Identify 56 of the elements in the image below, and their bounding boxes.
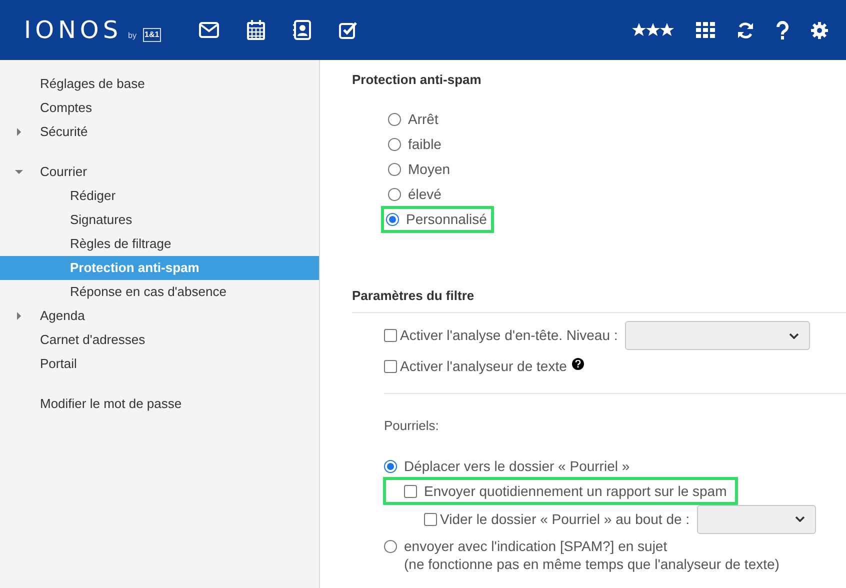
checkbox[interactable]	[424, 512, 437, 526]
chevron-down-icon[interactable]	[788, 332, 799, 338]
radio-button[interactable]	[384, 540, 397, 552]
option-label: envoyer avec l'indication [SPAM?] en sujet	[404, 536, 668, 556]
logo-brand: 1&1	[142, 28, 162, 42]
chevron-down-icon[interactable]	[794, 516, 805, 522]
checkbox[interactable]	[384, 329, 397, 342]
radio-button[interactable]	[388, 138, 401, 151]
radio-button[interactable]	[386, 213, 399, 226]
sidebar-item[interactable]: Règles de filtrage	[0, 232, 319, 256]
option-label: Envoyer quotidiennement un rapport sur le spam	[424, 482, 727, 501]
help-icon[interactable]	[776, 20, 789, 40]
task-icon[interactable]	[339, 21, 360, 39]
note-text: (ne fonctionne pas en même temps que l'analyseur de texte)	[403, 555, 780, 574]
sidebar-item[interactable]: Sécurité	[0, 120, 319, 144]
option-label: Déplacer vers le dossier « Pourriel »	[404, 456, 630, 476]
grid-icon[interactable]	[696, 22, 715, 38]
sidebar-item[interactable]: Signatures	[0, 208, 319, 232]
section-title: Protection anti-spam	[352, 71, 482, 86]
option-label: Activer l'analyse d'en-tête. Niveau :	[400, 326, 618, 345]
section-title: Paramètres du filtre	[352, 288, 474, 303]
logo-text: IONOS	[24, 18, 122, 42]
refresh-icon[interactable]	[737, 22, 754, 38]
contacts-icon[interactable]	[293, 20, 312, 40]
caret-down-icon[interactable]	[15, 168, 23, 176]
caret-right-icon[interactable]	[15, 312, 23, 320]
sidebar-item[interactable]: Agenda	[0, 304, 319, 328]
radio-button[interactable]	[384, 460, 397, 472]
stars-icon[interactable]	[632, 23, 674, 37]
group-label: Pourriels:	[384, 418, 439, 433]
sidebar-item[interactable]: Rédiger	[0, 184, 319, 208]
option-label: Vider le dossier « Pourriel » au bout de :	[440, 510, 690, 528]
radio-button[interactable]	[388, 113, 401, 126]
calendar-icon[interactable]	[247, 20, 266, 40]
checkbox[interactable]	[384, 360, 397, 372]
option-label: Moyen	[408, 160, 450, 179]
logo-by: by	[128, 32, 136, 40]
option-label: Personnalisé	[406, 210, 487, 229]
sidebar-item[interactable]: Carnet d'adresses	[0, 328, 319, 352]
caret-right-icon[interactable]	[15, 128, 23, 136]
option-label: Activer l'analyseur de texte	[400, 356, 567, 376]
sidebar-item[interactable]: Réponse en cas d'absence	[0, 280, 319, 304]
sidebar-item[interactable]: Comptes	[0, 96, 319, 120]
settings-icon[interactable]	[811, 22, 828, 38]
radio-button[interactable]	[388, 163, 401, 176]
option-label: élevé	[408, 185, 442, 204]
option-label: faible	[408, 135, 442, 154]
sidebar-item[interactable]: Modifier le mot de passe	[0, 392, 319, 416]
sidebar-item[interactable]: Portail	[0, 352, 319, 376]
radio-button[interactable]	[388, 188, 401, 201]
mail-icon[interactable]	[199, 22, 220, 38]
help-icon[interactable]	[572, 358, 584, 370]
sidebar-item[interactable]: Courrier	[0, 160, 319, 184]
checkbox[interactable]	[404, 484, 417, 498]
option-label: Arrêt	[408, 110, 438, 129]
sidebar-item[interactable]: Réglages de base	[0, 72, 319, 96]
